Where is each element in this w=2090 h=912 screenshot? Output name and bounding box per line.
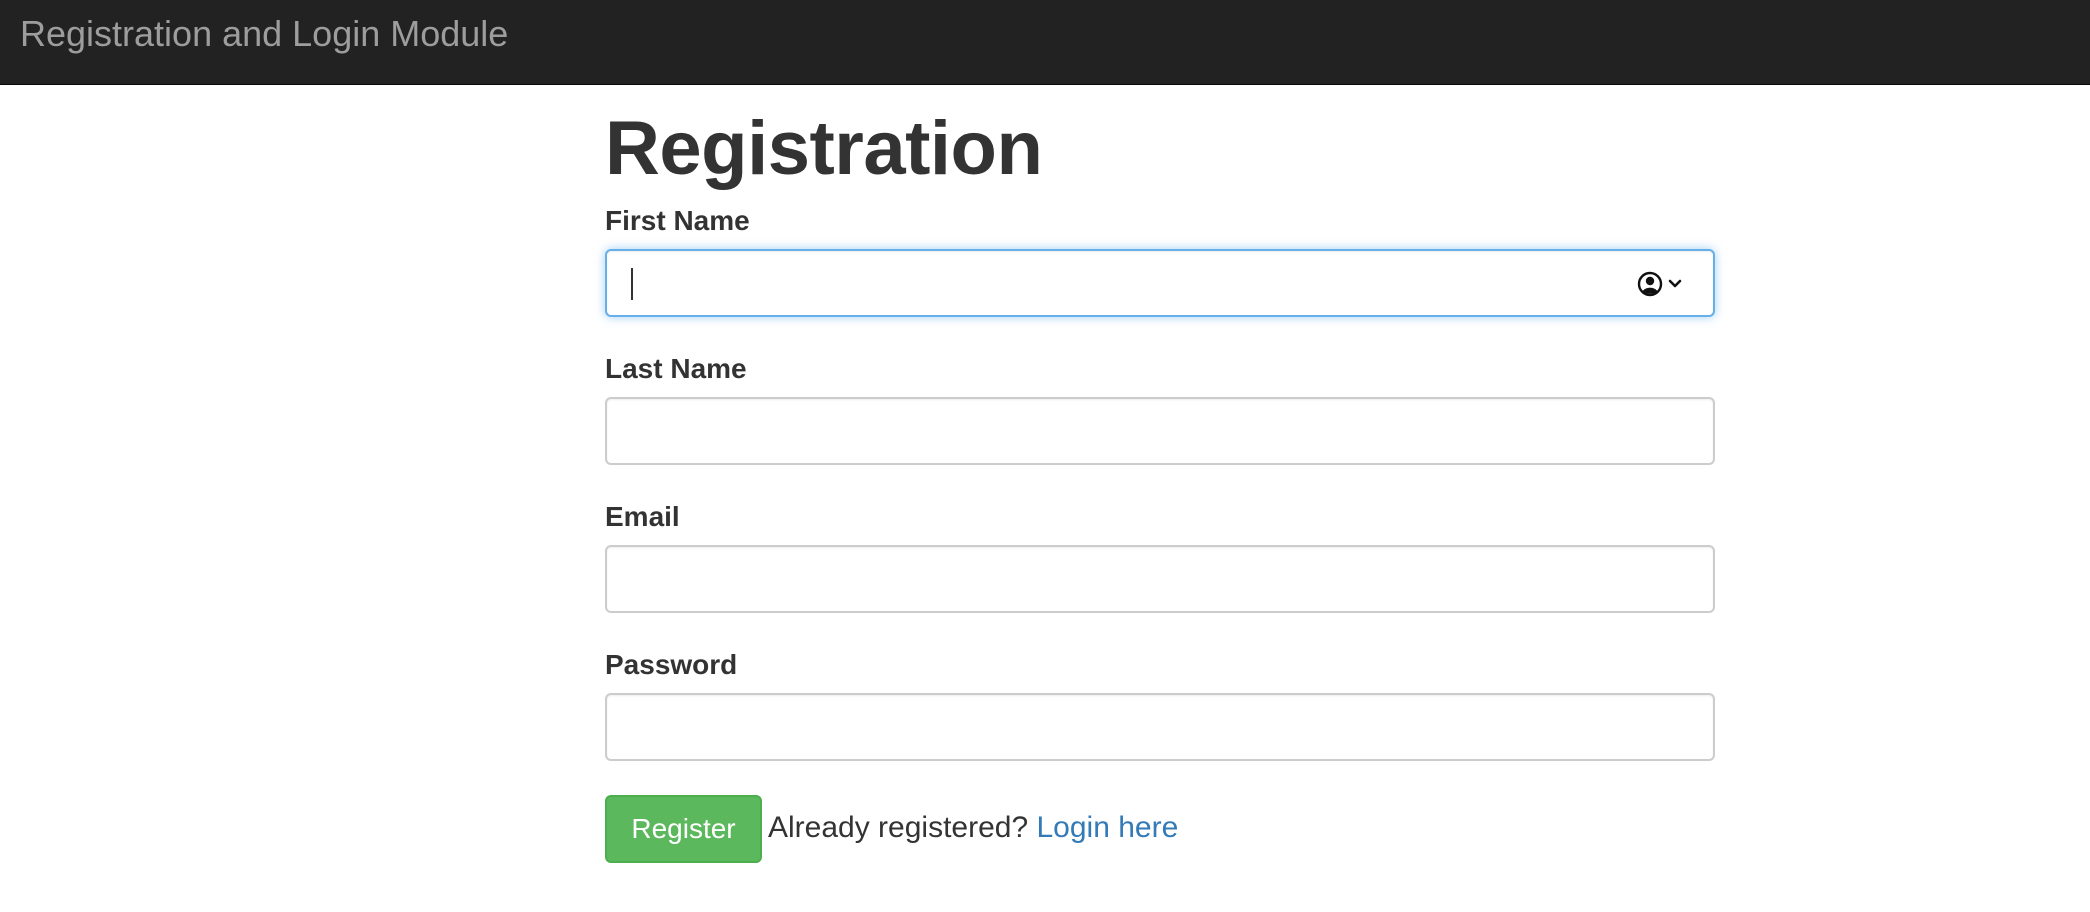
email-label: Email xyxy=(605,501,680,532)
already-registered-text: Already registered? xyxy=(768,811,1029,844)
contact-autofill-icon[interactable] xyxy=(1637,271,1687,297)
email-group: Email xyxy=(605,501,1715,613)
text-cursor xyxy=(631,268,633,300)
first-name-input[interactable] xyxy=(629,251,1633,313)
password-input[interactable] xyxy=(629,695,1633,757)
last-name-input[interactable] xyxy=(629,399,1633,461)
password-field[interactable] xyxy=(605,693,1715,761)
page-title: Registration xyxy=(605,106,1043,191)
first-name-label: First Name xyxy=(605,205,750,236)
top-navbar: Registration and Login Module xyxy=(0,0,2090,85)
last-name-group: Last Name xyxy=(605,353,1715,465)
navbar-brand[interactable]: Registration and Login Module xyxy=(20,10,508,58)
password-label: Password xyxy=(605,649,738,680)
last-name-field[interactable] xyxy=(605,397,1715,465)
register-button[interactable]: Register xyxy=(605,795,762,863)
form-actions: Register Already registered? Login here xyxy=(605,795,1715,863)
login-prompt: Already registered? Login here xyxy=(768,810,1178,846)
email-field[interactable] xyxy=(605,545,1715,613)
first-name-group: First Name xyxy=(605,205,1715,317)
last-name-label: Last Name xyxy=(605,353,747,384)
login-link[interactable]: Login here xyxy=(1037,811,1179,844)
email-input[interactable] xyxy=(629,547,1633,609)
first-name-field[interactable] xyxy=(605,249,1715,317)
password-group: Password xyxy=(605,649,1715,761)
